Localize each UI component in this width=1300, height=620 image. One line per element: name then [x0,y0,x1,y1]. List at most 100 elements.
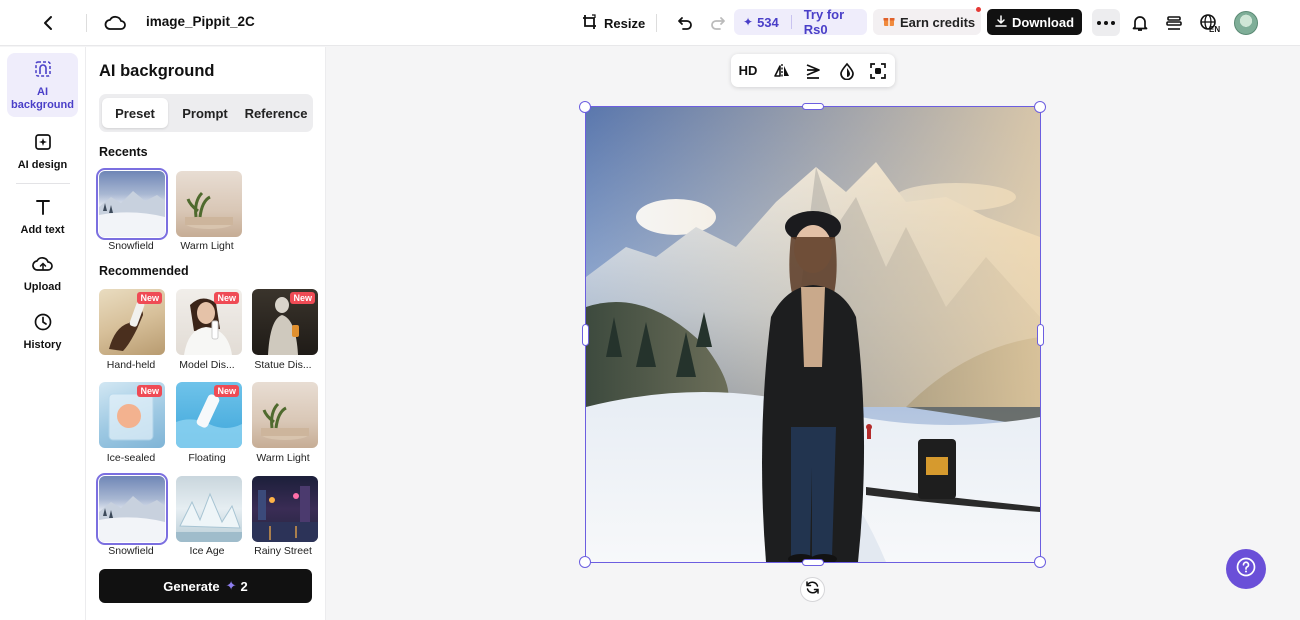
thumb-label: Warm Light [256,452,310,464]
rail-item-label: Add text [20,224,65,236]
thumb-label: Model Dis... [179,359,235,371]
flip-icon[interactable] [771,60,793,81]
undo-icon[interactable] [673,11,697,35]
tab-group: Preset Prompt Reference [99,94,313,132]
preset-thumb-warm-light-2[interactable] [252,382,318,448]
ai-background-icon [33,59,53,86]
resize-label: Resize [604,15,646,31]
rail-item-ai-background[interactable]: AI background [7,53,78,117]
tab-prompt[interactable]: Prompt [171,98,239,128]
new-badge: New [214,292,239,304]
rail-item-add-text[interactable]: Add text [7,197,78,237]
download-icon [995,14,1007,30]
rotate-button[interactable] [800,577,825,602]
preset-thumb-hand-held[interactable]: New [99,289,165,355]
resize-handle-top-left[interactable] [579,101,591,113]
divider [16,183,70,184]
rail-item-ai-design[interactable]: AI design [7,132,78,172]
download-label: Download [1011,14,1075,30]
arrange-icon[interactable] [802,60,824,81]
rail-item-label: History [23,339,62,351]
text-icon [33,197,53,224]
preset-thumb-floating[interactable]: New [176,382,242,448]
resize-button[interactable]: Resize [582,10,645,36]
resize-handle-right[interactable] [1037,324,1044,346]
recommended-title: Recommended [99,264,189,278]
rainy-street-thumbnail [252,486,318,542]
question-mark-icon [1236,557,1256,582]
rail-item-label: AI background [11,86,74,111]
rail-item-label: AI design [17,159,68,171]
snowfield-thumbnail [99,496,165,542]
edited-photo[interactable] [586,107,1040,562]
thumb-label: Statue Dis... [254,359,312,371]
redo-icon[interactable] [706,11,730,35]
preset-thumb-warm-light[interactable] [176,171,242,237]
gift-icon [883,15,895,30]
back-arrow-icon[interactable] [36,11,60,35]
new-badge: New [137,292,162,304]
try-free-label: Try for Rs0 [803,7,845,37]
layers-icon[interactable] [1162,11,1186,35]
resize-handle-top-right[interactable] [1034,101,1046,113]
rail-item-history[interactable]: History [7,312,78,352]
hd-button[interactable]: HD [737,60,759,81]
generate-label: Generate [163,578,220,594]
top-bar: image_Pippit_2C Resize ✦ 534 Try for Rs0… [0,0,1300,46]
opacity-drop-icon[interactable] [836,60,858,81]
tab-reference[interactable]: Reference [241,98,311,128]
divider [790,15,792,29]
left-rail: AI background AI design Add text Upload … [0,47,86,620]
earn-credits-label: Earn credits [900,14,976,30]
thumb-label: Ice Age [189,545,225,557]
focus-crop-icon[interactable] [867,60,889,81]
resize-handle-bottom-left[interactable] [579,556,591,568]
panel-title: AI background [99,62,215,80]
image-toolbar: HD [731,54,895,87]
warm-light-thumbnail [261,402,309,440]
credits-button[interactable]: ✦ 534 Try for Rs0 [734,7,867,37]
preset-thumb-statue-display[interactable]: New [252,289,318,355]
rotate-icon [805,580,820,600]
preset-thumb-snowfield-2[interactable] [96,473,168,545]
thumb-label: Ice-sealed [106,452,156,464]
new-badge: New [290,292,315,304]
resize-handle-left[interactable] [582,324,589,346]
resize-handle-bottom-right[interactable] [1034,556,1046,568]
resize-handle-bottom[interactable] [802,559,824,566]
preset-thumb-ice-age[interactable] [176,476,242,542]
avatar[interactable] [1234,11,1258,35]
new-badge: New [137,385,162,397]
thumb-label: Snowfield [108,545,154,557]
tab-preset[interactable]: Preset [102,98,168,128]
warm-light-thumbnail [185,191,233,229]
generate-button[interactable]: Generate ✦ 2 [99,569,312,603]
ai-design-icon [33,132,53,159]
clock-icon [33,312,53,339]
earn-credits-button[interactable]: Earn credits [873,9,981,35]
bell-icon[interactable] [1128,11,1152,35]
preset-thumb-snowfield[interactable] [96,168,168,240]
thumb-label: Warm Light [180,240,234,252]
thumb-label: Snowfield [108,240,154,252]
rail-item-label: Upload [23,281,62,293]
file-name[interactable]: image_Pippit_2C [146,14,255,29]
thumb-label: Hand-held [106,359,156,371]
generate-cost: 2 [240,578,248,594]
preset-thumb-rainy-street[interactable] [252,476,318,542]
resize-handle-top[interactable] [802,103,824,110]
download-button[interactable]: Download [987,9,1082,35]
sparkle-icon: ✦ [743,15,754,29]
cloud-save-icon[interactable] [103,11,127,35]
more-options-button[interactable] [1092,9,1120,36]
sparkle-icon: ✦ [225,578,237,593]
help-button[interactable] [1226,549,1266,589]
ice-age-thumbnail [176,492,242,542]
preset-thumb-model-display[interactable]: New [176,289,242,355]
credits-count: 534 [757,14,779,30]
divider [86,14,87,32]
thumb-label: Rainy Street [254,545,312,557]
preset-thumb-ice-sealed[interactable]: New [99,382,165,448]
divider [656,14,657,32]
rail-item-upload[interactable]: Upload [7,254,78,294]
